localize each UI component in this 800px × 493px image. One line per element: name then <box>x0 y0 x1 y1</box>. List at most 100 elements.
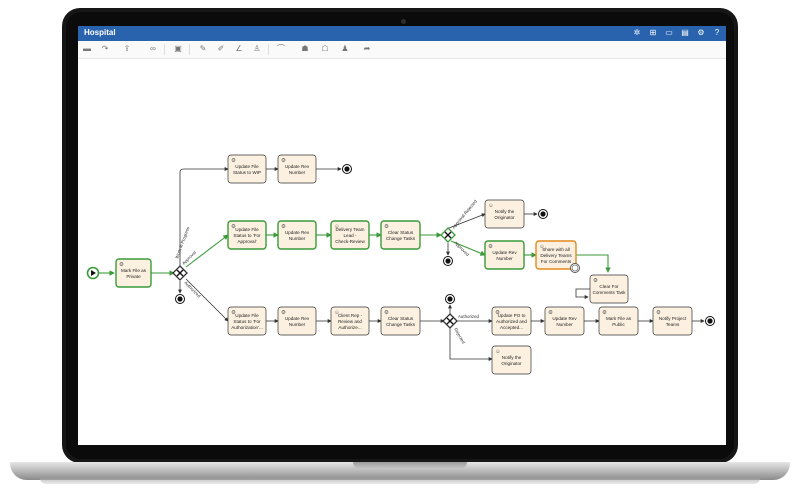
task-delivery-team[interactable]: ☺Delivery TeamLead -Check-Review <box>330 220 370 250</box>
edge-label: Rejected <box>453 327 466 345</box>
person-icon[interactable]: ♙ <box>252 44 262 54</box>
edge-label: Approval <box>181 250 197 266</box>
task-label: Update Rev <box>285 230 310 235</box>
task-label: Update File <box>235 164 259 169</box>
task-label: Status to 'For <box>233 319 261 324</box>
app-title: Hospital <box>84 28 116 37</box>
task-update-rev-top[interactable]: ⚙Update RevNumber <box>277 154 317 184</box>
end-event[interactable] <box>445 294 455 304</box>
task-label: Share with all <box>542 247 570 252</box>
title-bar-icons: ✲ ⊞ ▭ ▤ ⚙ ? <box>632 28 722 38</box>
redo-icon[interactable]: ↷ <box>100 44 110 54</box>
task-update-for-approval[interactable]: ⚙ Update FileStatus to 'ForApproval' <box>227 220 267 250</box>
task-update-rev-bottom[interactable]: ⚙Update RevNumber <box>277 306 317 336</box>
task-label: Private <box>126 274 141 279</box>
task-label: Change Tasks <box>386 236 416 241</box>
task-label: Update File <box>235 227 259 232</box>
task-label: Clear For <box>599 284 619 289</box>
laptop-notch <box>353 462 467 469</box>
task-label: Number <box>289 322 306 327</box>
edge-label: Approved <box>453 240 470 257</box>
start-event[interactable] <box>86 266 100 280</box>
task-label: Review and <box>338 319 362 324</box>
end-event[interactable] <box>443 256 453 266</box>
task-label: Notify the <box>495 209 515 214</box>
users-icon[interactable]: ☗ <box>300 44 310 54</box>
task-update-rev-end[interactable]: ⚙Update RevNumber <box>544 306 585 336</box>
end-event[interactable] <box>175 294 185 304</box>
task-label: Change Tasks <box>386 322 416 327</box>
angle-icon[interactable]: ∠ <box>234 44 244 54</box>
task-client-rep[interactable]: ☺Client Rep -Review andAuthorize... <box>330 306 370 336</box>
task-label: Update Rev <box>492 250 517 255</box>
save-icon[interactable]: ▣ <box>173 44 183 54</box>
pencil-icon[interactable]: ✎ <box>198 44 208 54</box>
service-task-icon: ⚙ <box>119 261 124 268</box>
settings-gear-icon[interactable]: ✲ <box>632 28 642 38</box>
help-icon[interactable]: ? <box>712 28 722 38</box>
forward-icon[interactable]: ➦ <box>362 44 372 54</box>
task-label: Mark File as <box>121 268 147 273</box>
exclusive-gateway[interactable] <box>172 265 188 281</box>
task-label: Client Rep - <box>338 313 363 318</box>
service-task-icon: ⚙ <box>384 223 389 230</box>
task-update-po[interactable]: ⚙Update PO toAuthorized andAccepted... <box>491 306 532 336</box>
sequence-flow <box>179 167 229 267</box>
task-clear-status-bottom[interactable]: ⚙Clear StatusChange Tasks <box>380 306 421 336</box>
task-notify-originator-bottom[interactable]: ☺Notify theOriginator <box>491 345 532 375</box>
task-share-delivery[interactable]: ☺Share with allDelivery TeamsFor Comment… <box>535 240 577 270</box>
task-label: Number <box>289 236 306 241</box>
sequence-flow <box>575 288 590 299</box>
service-task-icon: ⚙ <box>281 157 286 164</box>
toolbar-separator <box>164 44 165 55</box>
service-task-icon: ⚙ <box>548 309 553 316</box>
task-label: Notify Project <box>659 316 687 321</box>
chat-icon[interactable]: ▭ <box>664 28 674 38</box>
curve-icon[interactable]: ⌒ <box>276 44 286 54</box>
task-update-for-authorization[interactable]: ⚙ Update FileStatus to 'ForAuthorization'… <box>227 306 267 336</box>
end-event[interactable] <box>538 209 548 219</box>
task-label: Accepted... <box>500 325 523 330</box>
task-label: Authorize... <box>338 325 361 330</box>
exclusive-gateway[interactable] <box>440 227 456 243</box>
task-label: Status to WIP <box>233 170 261 175</box>
task-update-rev-mid[interactable]: ⚙Update RevNumber <box>277 220 317 250</box>
task-label: Authorized and <box>496 319 527 324</box>
task-notify-project[interactable]: ⚙Notify ProjectTeams <box>652 306 693 336</box>
end-event[interactable] <box>342 164 352 174</box>
edit-icon[interactable]: ✐ <box>216 44 226 54</box>
exclusive-gateway[interactable] <box>442 313 458 329</box>
task-label: Update Rev <box>285 164 310 169</box>
user-task-icon: ☺ <box>495 349 501 355</box>
gear-icon[interactable]: ⚙ <box>696 28 706 38</box>
task-label: Update File <box>235 313 259 318</box>
edge-label: Authorized <box>183 280 202 299</box>
service-task-icon: ⚙ <box>281 223 286 230</box>
org-chart-icon[interactable]: ⊞ <box>648 28 658 38</box>
task-label: Originator <box>494 215 515 220</box>
open-folder-icon[interactable]: ▬ <box>82 44 92 54</box>
service-task-icon: ⚙ <box>231 157 236 164</box>
task-update-wip[interactable]: ⚙Update FileStatus to WIP <box>227 154 267 184</box>
task-notify-originator-top[interactable]: ☺Notify theOriginator <box>484 199 525 229</box>
document-icon[interactable]: ▤ <box>680 28 690 38</box>
upload-icon[interactable]: ⇪ <box>122 44 132 54</box>
task-label: Delivery Teams <box>540 253 572 258</box>
link-icon[interactable]: ∞ <box>148 44 158 54</box>
task-label: Update PO to <box>498 313 526 318</box>
service-task-icon: ⚙ <box>656 309 661 316</box>
task-mark-private[interactable]: ⚙Mark File asPrivate <box>115 258 152 288</box>
task-clear-comments[interactable]: ⚙Clear ForComments Task <box>589 274 629 304</box>
task-update-rev-right[interactable]: ⚙Update RevNumber <box>484 240 525 270</box>
group-icon[interactable]: ☖ <box>320 44 330 54</box>
task-mark-public[interactable]: ⚙Mark File asPublic <box>598 306 639 336</box>
add-user-icon[interactable]: ♟ <box>340 44 350 54</box>
end-event[interactable] <box>705 316 715 326</box>
task-label: Clear Status <box>388 316 414 321</box>
task-label: Mark File as <box>606 316 632 321</box>
app-screen: Hospital ✲ ⊞ ▭ ▤ ⚙ ? ▬ ↷ ⇪ ∞ ▣ ✎ ✐ ∠ ♙ ⌒… <box>78 26 726 445</box>
task-clear-status-mid[interactable]: ⚙Clear StatusChange Tasks <box>380 220 421 250</box>
title-bar: Hospital ✲ ⊞ ▭ ▤ ⚙ ? <box>78 26 726 41</box>
timer-boundary-icon <box>570 263 580 273</box>
task-label: Authorization'... <box>231 325 263 330</box>
